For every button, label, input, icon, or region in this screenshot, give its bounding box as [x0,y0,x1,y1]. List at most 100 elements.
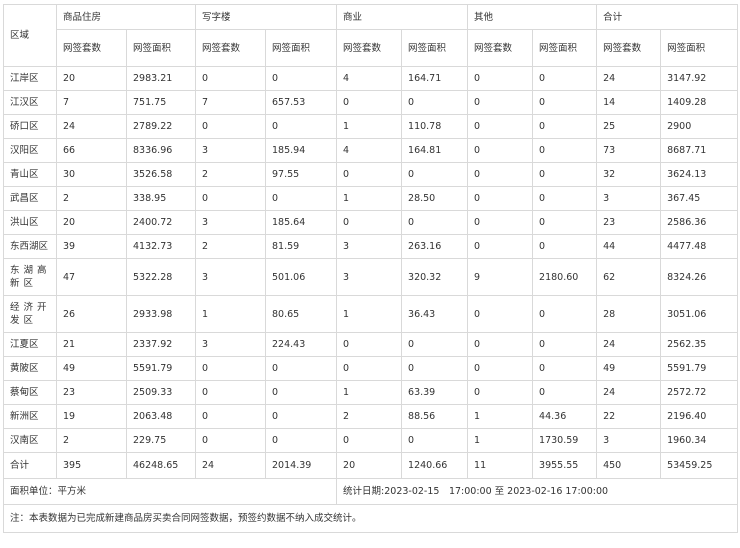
group-header: 商业 [336,4,469,30]
count-cell: 0 [467,210,534,235]
count-cell: 1 [336,295,403,333]
area-cell: 5591.79 [125,356,197,381]
count-cell: 2 [56,428,127,453]
count-cell: 11 [467,452,534,479]
area-cell: 2562.35 [660,332,739,357]
region-name: 江汉区 [3,90,57,115]
area-cell: 367.45 [660,186,739,211]
area-cell: 8687.71 [660,138,739,163]
count-cell: 3 [336,258,403,296]
area-cell: 28.50 [401,186,469,211]
count-cell: 0 [467,332,534,357]
region-name: 江夏区 [3,332,57,357]
count-cell: 44 [596,234,662,259]
count-cell: 3 [195,258,267,296]
area-cell: 0 [532,138,598,163]
count-cell: 1 [336,380,403,405]
count-cell: 20 [56,66,127,91]
area-cell: 110.78 [401,114,469,139]
count-cell: 19 [56,404,127,429]
group-header: 商品住房 [55,4,197,30]
area-cell: 0 [265,428,338,453]
region-name: 蔡甸区 [3,380,57,405]
area-cell: 1409.28 [660,90,739,115]
count-cell: 23 [56,380,127,405]
count-cell: 1 [336,114,403,139]
sub-header-area: 网签面积 [401,29,469,67]
sub-header-count: 网签套数 [195,29,267,67]
count-cell: 23 [596,210,662,235]
table-row: 汉南区 2 229.75 0 0 0 0 1 1730.59 3 1960.34 [3,428,739,453]
total-row: 合计 395 46248.65 24 2014.39 20 1240.66 11 3955.55… [3,452,739,479]
area-cell: 97.55 [265,162,338,187]
area-cell: 0 [265,356,338,381]
region-name: 汉南区 [3,428,57,453]
sales-table: 区域 商品住房 写字楼 商业 其他 合计 网签套数 网签面积 网签套数 网签面积… [2,4,739,533]
count-cell: 24 [596,380,662,405]
area-cell: 0 [532,162,598,187]
count-cell: 395 [56,452,127,479]
group-header: 合计 [596,4,739,30]
group-header: 写字楼 [195,4,338,30]
area-cell: 8336.96 [125,138,197,163]
area-cell: 2509.33 [125,380,197,405]
count-cell: 25 [596,114,662,139]
count-cell: 20 [56,210,127,235]
count-cell: 0 [336,332,403,357]
table-row: 江汉区 7 751.75 7 657.53 0 0 0 0 14 1409.28 [3,90,739,115]
count-cell: 0 [467,138,534,163]
area-cell: 185.64 [265,210,338,235]
area-cell: 63.39 [401,380,469,405]
count-cell: 4 [336,66,403,91]
area-cell: 3147.92 [660,66,739,91]
area-cell: 1240.66 [401,452,469,479]
region-name: 青山区 [3,162,57,187]
count-cell: 0 [467,234,534,259]
count-cell: 47 [56,258,127,296]
count-cell: 14 [596,90,662,115]
area-cell: 0 [532,380,598,405]
sub-header-count: 网签套数 [56,29,127,67]
count-cell: 0 [336,90,403,115]
total-label: 合计 [3,452,57,479]
area-cell: 0 [532,66,598,91]
area-cell: 0 [401,162,469,187]
unit-label: 面积单位：平方米 [2,478,338,505]
count-cell: 24 [195,452,267,479]
area-cell: 657.53 [265,90,338,115]
area-cell: 2337.92 [125,332,197,357]
area-cell: 164.81 [401,138,469,163]
count-cell: 73 [596,138,662,163]
table-row: 黄陂区 49 5591.79 0 0 0 0 0 0 49 5591.79 [3,356,739,381]
area-cell: 501.06 [265,258,338,296]
area-cell: 0 [532,295,598,333]
area-cell: 0 [265,380,338,405]
count-cell: 2 [336,404,403,429]
count-cell: 21 [56,332,127,357]
region-name: 洪山区 [3,210,57,235]
area-cell: 3955.55 [532,452,598,479]
region-name: 武昌区 [3,186,57,211]
region-name: 汉阳区 [3,138,57,163]
area-cell: 4477.48 [660,234,739,259]
area-cell: 0 [401,210,469,235]
area-cell: 44.36 [532,404,598,429]
sub-header-area: 网签面积 [660,29,739,67]
area-cell: 0 [265,404,338,429]
table-row: 青山区 30 3526.58 2 97.55 0 0 0 0 32 3624.13 [3,162,739,187]
sub-header-count: 网签套数 [467,29,534,67]
sub-header-area: 网签面积 [125,29,197,67]
area-cell: 0 [532,114,598,139]
area-cell: 53459.25 [660,452,739,479]
count-cell: 3 [336,234,403,259]
area-cell: 0 [265,114,338,139]
table-row: 蔡甸区 23 2509.33 0 0 1 63.39 0 0 24 2572.72 [3,380,739,405]
area-cell: 46248.65 [125,452,197,479]
table-row: 汉阳区 66 8336.96 3 185.94 4 164.81 0 0 73 8687.71 [3,138,739,163]
region-header: 区域 [3,4,57,67]
count-cell: 0 [467,162,534,187]
region-name: 东西湖区 [3,234,57,259]
region-name: 新洲区 [3,404,57,429]
table-row: 经济开发区 26 2933.98 1 80.65 1 36.43 0 0 28 3051.06 [3,295,739,333]
area-cell: 2900 [660,114,739,139]
